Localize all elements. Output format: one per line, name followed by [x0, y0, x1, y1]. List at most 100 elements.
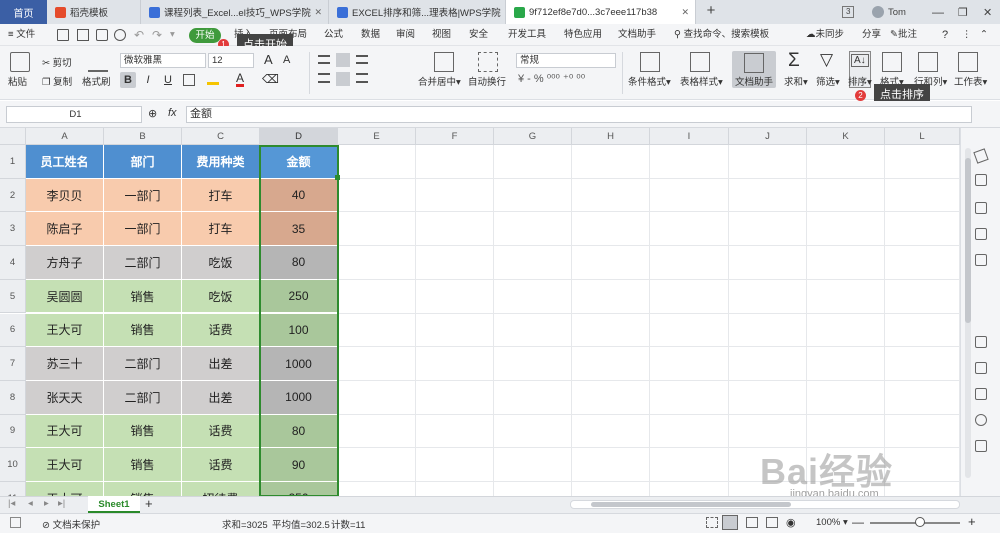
column-header[interactable]: G [494, 128, 572, 145]
sheet-nav-last-icon[interactable]: ▸| [58, 498, 65, 509]
page-icon[interactable] [10, 517, 21, 528]
tab-workbook[interactable]: 9f712ef8e7d0...3c7eee117b38 ✕ [506, 0, 696, 24]
worksheet-button[interactable]: 工作表▾ [954, 74, 987, 88]
shape-icon[interactable] [975, 174, 987, 186]
font-name-select[interactable]: 微软雅黑 [120, 53, 206, 68]
tab-excel-sort[interactable]: EXCEL排序和筛...理表格|WPS学院 [329, 0, 506, 24]
sum-icon[interactable]: Σ [788, 50, 800, 72]
table-header-cell[interactable]: 员工姓名 [26, 145, 104, 179]
row-header[interactable]: 11 [0, 482, 26, 496]
h-scroll-thumb[interactable] [591, 502, 791, 507]
user-account[interactable]: Tom [872, 0, 906, 24]
close-icon[interactable]: ✕ [314, 7, 322, 18]
window-count-badge[interactable]: 3 [842, 0, 855, 24]
table-cell[interactable]: 销售 [104, 482, 182, 496]
column-header[interactable]: J [729, 128, 807, 145]
table-cell[interactable]: 销售 [104, 448, 182, 482]
row-header[interactable]: 5 [0, 279, 26, 314]
table-cell[interactable]: 一部门 [104, 212, 182, 247]
sort-icon[interactable]: A↓ [851, 54, 869, 67]
table-style-icon[interactable] [690, 52, 710, 72]
merge-center-button[interactable]: 合并居中▾ [418, 74, 461, 88]
table-cell[interactable]: 销售 [104, 279, 182, 314]
number-format-icons[interactable]: ¥ - % ⁰⁰⁰ ⁺⁰ ⁰⁰ [518, 72, 585, 85]
fullscreen-icon[interactable] [706, 517, 718, 528]
spreadsheet-grid[interactable]: ABCDEFGHIJKL 1234567891011 员工姓名部门费用种类金额李贝贝… [0, 128, 960, 496]
add-sheet-button[interactable]: + [145, 496, 153, 512]
table-cell[interactable]: 80 [260, 246, 338, 280]
table-cell[interactable]: 苏三十 [26, 347, 104, 381]
column-header[interactable]: L [885, 128, 960, 145]
print-icon[interactable] [96, 29, 108, 41]
row-col-icon[interactable] [918, 52, 938, 72]
table-header-cell[interactable]: 金额 [260, 145, 338, 179]
zoom-in-icon[interactable]: + [968, 514, 976, 529]
more-icon[interactable]: ▾ [170, 24, 175, 46]
close-icon[interactable]: ✕ [681, 7, 689, 18]
history-icon[interactable] [975, 414, 987, 426]
align-center-icon[interactable] [336, 72, 350, 86]
row-header[interactable]: 9 [0, 414, 26, 449]
fill-handle[interactable] [335, 174, 340, 180]
eye-protection-icon[interactable]: ◉ [786, 516, 796, 529]
merge-icon[interactable] [434, 52, 454, 72]
fill-color-icon[interactable] [207, 75, 219, 85]
table-icon[interactable] [975, 228, 987, 240]
zoom-slider-thumb[interactable] [915, 517, 925, 527]
row-header[interactable]: 6 [0, 313, 26, 348]
select-all-corner[interactable] [0, 128, 26, 145]
align-middle-icon[interactable] [336, 53, 350, 67]
row-header[interactable]: 3 [0, 212, 26, 247]
horizontal-scrollbar[interactable] [570, 500, 960, 509]
menu-view[interactable]: 视图 [432, 24, 451, 46]
column-header[interactable]: I [650, 128, 729, 145]
table-cell[interactable]: 一部门 [104, 178, 182, 213]
row-header[interactable]: 8 [0, 380, 26, 415]
sheet-nav-next-icon[interactable]: ▸ [44, 498, 49, 509]
menu-security[interactable]: 安全 [469, 24, 488, 46]
tab-course-list[interactable]: 课程列表_Excel...el技巧_WPS学院 ✕ [141, 0, 329, 24]
table-cell[interactable]: 出差 [182, 380, 260, 415]
table-cell[interactable]: 打车 [182, 178, 260, 213]
table-cell[interactable]: 陈启子 [26, 212, 104, 247]
minimize-icon[interactable]: — [932, 0, 944, 24]
save-icon[interactable] [57, 29, 69, 41]
align-top-icon[interactable] [318, 55, 330, 64]
new-tab-button[interactable]: + [704, 3, 718, 19]
maximize-icon[interactable]: ❐ [958, 0, 968, 24]
page-layout-view-icon[interactable] [746, 517, 758, 528]
align-left-icon[interactable] [318, 73, 330, 83]
zoom-out-icon[interactable]: — [852, 515, 864, 529]
align-bottom-icon[interactable] [356, 55, 368, 64]
table-cell[interactable]: 1000 [260, 380, 338, 415]
column-header[interactable]: H [572, 128, 650, 145]
table-cell[interactable]: 王大可 [26, 448, 104, 482]
table-cell[interactable]: 吃饭 [182, 279, 260, 314]
collapse-ribbon-icon[interactable]: ⌃ [980, 24, 988, 46]
conditional-format-button[interactable]: 条件格式▾ [628, 74, 671, 88]
more-dots-icon[interactable]: ⋮ [962, 24, 972, 46]
menu-formula[interactable]: 公式 [324, 24, 343, 46]
italic-button[interactable]: I [140, 72, 156, 88]
worksheet-icon[interactable] [958, 52, 978, 72]
table-cell[interactable]: 出差 [182, 347, 260, 381]
table-cell[interactable]: 二部门 [104, 246, 182, 280]
menu-start[interactable]: 开始 [189, 28, 221, 43]
table-cell[interactable]: 二部门 [104, 380, 182, 415]
page-break-view-icon[interactable] [766, 517, 778, 528]
table-cell[interactable]: 二部门 [104, 347, 182, 381]
font-grow-icon[interactable]: A [264, 52, 273, 67]
table-cell[interactable]: 100 [260, 313, 338, 348]
table-cell[interactable]: 40 [260, 178, 338, 213]
sync-status[interactable]: ☁未同步 [806, 24, 844, 46]
table-cell[interactable]: 方舟子 [26, 246, 104, 280]
export-icon[interactable] [77, 29, 89, 41]
table-cell[interactable]: 王大可 [26, 313, 104, 348]
table-cell[interactable]: 250 [260, 279, 338, 314]
font-shrink-icon[interactable]: A [283, 54, 290, 66]
table-cell[interactable]: 80 [260, 414, 338, 449]
underline-button[interactable]: U [160, 72, 176, 88]
picture-icon[interactable] [975, 388, 987, 400]
formula-input[interactable]: 金额 [186, 106, 972, 123]
menu-file[interactable]: ≡ 文件 [8, 24, 35, 46]
